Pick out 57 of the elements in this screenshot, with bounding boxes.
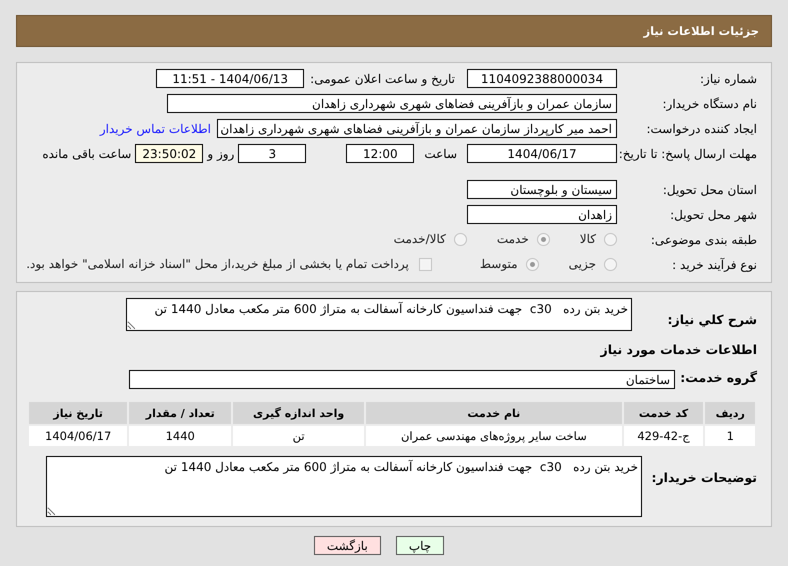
table-cell: ساخت سایر پروژه‌های مهندسی عمران	[365, 425, 623, 447]
deadline-time-field: 12:00	[346, 144, 414, 163]
days-field: 3	[238, 144, 306, 163]
field-label: روز و	[207, 146, 234, 161]
field-label: گروه خدمت:	[679, 370, 757, 385]
column-header: نام خدمت	[365, 401, 623, 425]
table-cell: 1440	[128, 425, 232, 447]
field-label: تاریخ و ساعت اعلان عمومی:	[310, 71, 455, 86]
field-label: نوع فرآیند خرید :	[671, 257, 757, 272]
radio-label: متوسط	[480, 257, 518, 271]
field-label: طبقه بندی موضوعی:	[650, 232, 757, 247]
remaining-time-field: 23:50:02	[135, 144, 204, 163]
table-cell: 1	[704, 425, 756, 447]
field-label: شهر محل تحویل:	[669, 207, 757, 222]
column-header: ردیف	[704, 401, 756, 425]
column-header: کد خدمت	[622, 401, 704, 425]
table-cell: ج-42-429	[622, 425, 704, 447]
table-cell: تن	[232, 425, 366, 447]
radio-button[interactable]	[604, 258, 617, 270]
province-field: سیستان و بلوچستان	[467, 180, 617, 199]
buyer-org-field: سازمان عمران و بازآفرینی فضاهای شهری شهرداری زاهدان	[167, 94, 617, 113]
checkbox[interactable]	[418, 258, 432, 270]
radio-button[interactable]	[604, 232, 617, 246]
announce-date-field: 1404/06/13 - 11:51	[156, 69, 304, 88]
field-label: شماره نیاز:	[699, 71, 757, 86]
contact-link[interactable]: اطلاعات تماس خریدار	[100, 119, 211, 136]
column-header: واحد اندازه گیری	[232, 401, 366, 425]
field-label: ساعت باقی مانده	[42, 146, 132, 161]
summary-field[interactable]: خرید بتن رده c30 جهت فنداسیون کارخانه آسفالت به متراژ 600 متر مکعب معادل 1440 تن	[126, 298, 632, 331]
radio-label: کالا/خدمت	[394, 232, 446, 246]
field-label: ایجاد کننده درخواست:	[645, 121, 757, 136]
column-header: تعداد / مقدار	[128, 401, 232, 425]
radio-button[interactable]	[536, 232, 550, 246]
radio-label: خدمت	[496, 232, 529, 246]
radio-label: جزیی	[568, 257, 596, 271]
field-label: نام دستگاه خریدار:	[662, 96, 757, 111]
buyer-notes-field[interactable]: خرید بتن رده c30 جهت فنداسیون کارخانه آسفالت به متراژ 600 متر مکعب معادل 1440 تن	[46, 456, 642, 517]
section-heading: اطلاعات خدمات مورد نیاز	[600, 342, 757, 357]
table-cell: 1404/06/17	[28, 425, 128, 447]
radio-button[interactable]	[454, 232, 467, 246]
print-button[interactable]: چاپ	[396, 536, 444, 555]
radio-label: کالا	[580, 232, 596, 246]
back-button[interactable]: بازگشت	[314, 536, 381, 555]
column-header: تاریخ نیاز	[28, 401, 128, 425]
radio-button[interactable]	[526, 258, 539, 270]
service-group-field: ساختمان	[129, 370, 675, 389]
field-label: استان محل تحویل:	[662, 182, 757, 197]
need-number-field: 1104092388000034	[467, 69, 617, 88]
city-field: زاهدان	[467, 205, 617, 224]
page-title: جزئیات اطلاعات نیاز	[643, 24, 759, 38]
deadline-date-field: 1404/06/17	[467, 144, 617, 163]
field-label: مهلت ارسال پاسخ: تا تاریخ:	[618, 146, 757, 161]
checkbox-label: پرداخت تمام یا بخشی از مبلغ خرید،از محل "اسناد خزانه اسلامی" خواهد بود.	[26, 257, 409, 271]
field-label: ساعت	[424, 146, 457, 161]
field-label: شرح كلي نياز:	[666, 311, 757, 327]
requester-field: احمد میر کارپرداز سازمان عمران و بازآفرینی فضاهای شهری شهرداری زاهدان	[217, 119, 617, 138]
field-label: توضیحات خریدار:	[650, 469, 757, 485]
